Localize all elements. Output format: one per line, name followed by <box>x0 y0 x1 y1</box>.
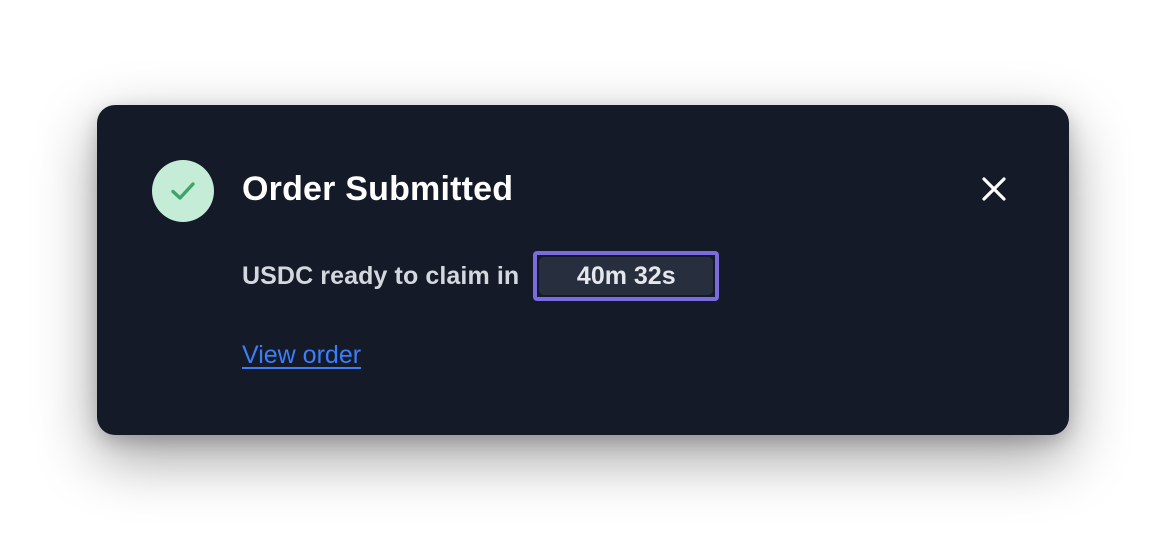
claim-message: USDC ready to claim in <box>242 261 520 290</box>
check-icon <box>171 182 195 200</box>
close-icon <box>982 177 1006 201</box>
order-submitted-toast: Order Submitted USDC ready to claim in 4… <box>97 105 1069 435</box>
claim-message-row: USDC ready to claim in 40m 32s <box>242 251 720 301</box>
toast-title: Order Submitted <box>242 170 514 208</box>
close-button[interactable] <box>972 167 1016 211</box>
view-order-link[interactable]: View order <box>242 341 361 370</box>
success-status-badge <box>152 160 214 222</box>
countdown-badge: 40m 32s <box>533 251 720 301</box>
countdown-timer: 40m 32s <box>539 257 714 295</box>
